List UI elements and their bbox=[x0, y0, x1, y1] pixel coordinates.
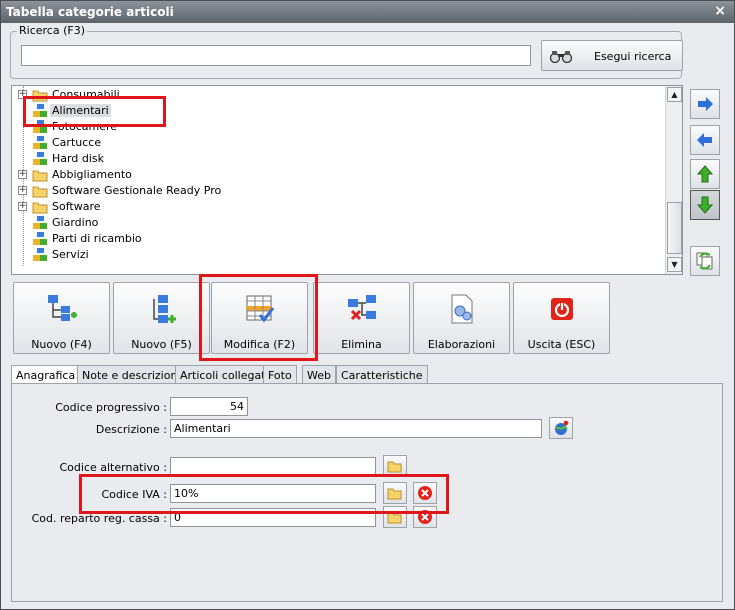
codice-progressivo-label: Codice progressivo : bbox=[55, 401, 167, 414]
window-title: Tabella categorie articoli bbox=[6, 5, 174, 19]
translate-button[interactable] bbox=[549, 417, 573, 439]
search-input[interactable] bbox=[21, 45, 531, 66]
expand-icon[interactable]: + bbox=[18, 90, 27, 99]
arrow-left-icon bbox=[697, 133, 712, 147]
anagrafica-panel: Codice progressivo : Descrizione : Codic… bbox=[11, 383, 723, 602]
binoculars-icon bbox=[549, 51, 573, 63]
scroll-up-icon[interactable]: ▲ bbox=[667, 87, 682, 102]
clear-icon bbox=[418, 510, 432, 524]
codice-progressivo-field[interactable] bbox=[170, 397, 248, 416]
close-icon[interactable]: × bbox=[714, 3, 726, 19]
tree-item-label: Software Gestionale Ready Pro bbox=[52, 184, 222, 197]
category-icon bbox=[33, 232, 47, 245]
codice-alternativo-browse-button[interactable] bbox=[383, 455, 407, 477]
tree-item-label: Parti di ricambio bbox=[52, 232, 142, 245]
tab-strip: Anagrafica Note e descrizioni Articoli c… bbox=[11, 365, 723, 384]
search-group: Ricerca (F3) Esegui ricerca bbox=[10, 24, 683, 79]
elaborazioni-label: Elaborazioni bbox=[427, 338, 496, 351]
tree-item-label: Software bbox=[52, 200, 101, 213]
elaborazioni-button[interactable]: Elaborazioni bbox=[413, 282, 510, 354]
modifica-label: Modifica (F2) bbox=[223, 338, 296, 351]
delete-category-icon bbox=[348, 295, 376, 321]
codice-iva-field[interactable] bbox=[170, 484, 376, 503]
folder-icon bbox=[32, 170, 48, 182]
globe-icon bbox=[555, 420, 569, 435]
arrow-up-icon bbox=[696, 165, 714, 183]
cod-reparto-label: Cod. reparto reg. cassa : bbox=[31, 512, 167, 525]
scroll-down-icon[interactable]: ▼ bbox=[667, 257, 682, 272]
tab-foto[interactable]: Foto bbox=[263, 365, 297, 383]
category-icon bbox=[33, 216, 47, 229]
uscita-label: Uscita (ESC) bbox=[527, 338, 596, 351]
elimina-button[interactable]: Elimina bbox=[313, 282, 410, 354]
clear-icon bbox=[418, 486, 432, 500]
processing-icon bbox=[451, 294, 473, 324]
expand-icon[interactable]: + bbox=[18, 202, 27, 211]
edit-grid-icon bbox=[246, 295, 275, 323]
tree-scrollbar[interactable]: ▲ ▼ bbox=[665, 86, 682, 274]
tab-note-e-descrizioni[interactable]: Note e descrizioni bbox=[77, 365, 186, 383]
search-button[interactable]: Esegui ricerca bbox=[541, 40, 683, 71]
cod-reparto-browse-button[interactable] bbox=[383, 506, 407, 528]
cod-reparto-field[interactable] bbox=[170, 508, 376, 527]
descrizione-field[interactable] bbox=[170, 419, 542, 438]
nuovo-f5-button[interactable]: Nuovo (F5) bbox=[113, 282, 210, 354]
folder-open-icon bbox=[387, 461, 402, 473]
title-bar: Tabella categorie articoli × bbox=[1, 1, 734, 23]
tab-caratteristiche[interactable]: Caratteristiche bbox=[336, 365, 428, 383]
tab-anagrafica[interactable]: Anagrafica bbox=[11, 365, 81, 384]
modifica-button[interactable]: Modifica (F2) bbox=[211, 282, 308, 354]
codice-alternativo-field[interactable] bbox=[170, 457, 376, 476]
tree-item-label: Consumabili bbox=[52, 88, 120, 101]
folder-icon bbox=[32, 186, 48, 198]
codice-iva-clear-button[interactable] bbox=[413, 482, 437, 504]
folder-icon bbox=[32, 90, 48, 102]
uscita-button[interactable]: Uscita (ESC) bbox=[513, 282, 610, 354]
tree-item-label: Abbigliamento bbox=[52, 168, 132, 181]
folder-icon bbox=[32, 202, 48, 214]
codice-iva-label: Codice IVA : bbox=[101, 488, 167, 501]
descrizione-label: Descrizione : bbox=[95, 423, 167, 436]
tab-articoli-collegati[interactable]: Articoli collegati bbox=[175, 365, 274, 383]
move-down-button[interactable] bbox=[690, 190, 720, 220]
nuovo-f4-label: Nuovo (F4) bbox=[31, 338, 92, 351]
expand-icon[interactable]: + bbox=[18, 186, 27, 195]
refresh-button[interactable] bbox=[690, 246, 720, 276]
tab-web[interactable]: Web bbox=[302, 365, 336, 383]
category-icon bbox=[33, 120, 47, 133]
arrow-right-icon bbox=[698, 97, 713, 111]
power-icon bbox=[551, 298, 573, 320]
move-up-button[interactable] bbox=[690, 159, 720, 189]
new-category-icon bbox=[153, 295, 176, 323]
move-right-button[interactable] bbox=[690, 89, 720, 119]
category-icon bbox=[33, 152, 47, 165]
nuovo-f5-label: Nuovo (F5) bbox=[131, 338, 192, 351]
arrow-down-icon bbox=[696, 196, 714, 214]
tree-item-label: Alimentari bbox=[50, 104, 111, 117]
main-window: Tabella categorie articoli × Ricerca (F3… bbox=[0, 0, 735, 610]
cod-reparto-clear-button[interactable] bbox=[413, 506, 437, 528]
codice-alternativo-label: Codice alternativo : bbox=[59, 461, 168, 474]
category-tree[interactable]: + Consumabili Alimentari Fotocamere Cart… bbox=[11, 85, 683, 275]
scroll-thumb[interactable] bbox=[667, 202, 682, 254]
nuovo-f4-button[interactable]: Nuovo (F4) bbox=[13, 282, 110, 354]
elimina-label: Elimina bbox=[341, 338, 382, 351]
tree-item-label: Fotocamere bbox=[52, 120, 118, 133]
new-subcategory-icon bbox=[48, 295, 77, 321]
category-icon bbox=[33, 136, 47, 149]
category-icon bbox=[33, 248, 47, 261]
tree-item-label: Cartucce bbox=[52, 136, 102, 149]
category-icon bbox=[33, 104, 47, 117]
codice-iva-browse-button[interactable] bbox=[383, 482, 407, 504]
refresh-icon bbox=[696, 252, 713, 270]
tree-item-label: Servizi bbox=[52, 248, 89, 261]
tree-item-label: Hard disk bbox=[52, 152, 104, 165]
search-group-label: Ricerca (F3) bbox=[17, 24, 87, 37]
expand-icon[interactable]: + bbox=[18, 170, 27, 179]
move-left-button[interactable] bbox=[690, 125, 720, 155]
search-button-label: Esegui ricerca bbox=[594, 50, 672, 63]
folder-open-icon bbox=[387, 512, 402, 524]
folder-open-icon bbox=[387, 488, 402, 500]
tree-item-label: Giardino bbox=[52, 216, 99, 229]
